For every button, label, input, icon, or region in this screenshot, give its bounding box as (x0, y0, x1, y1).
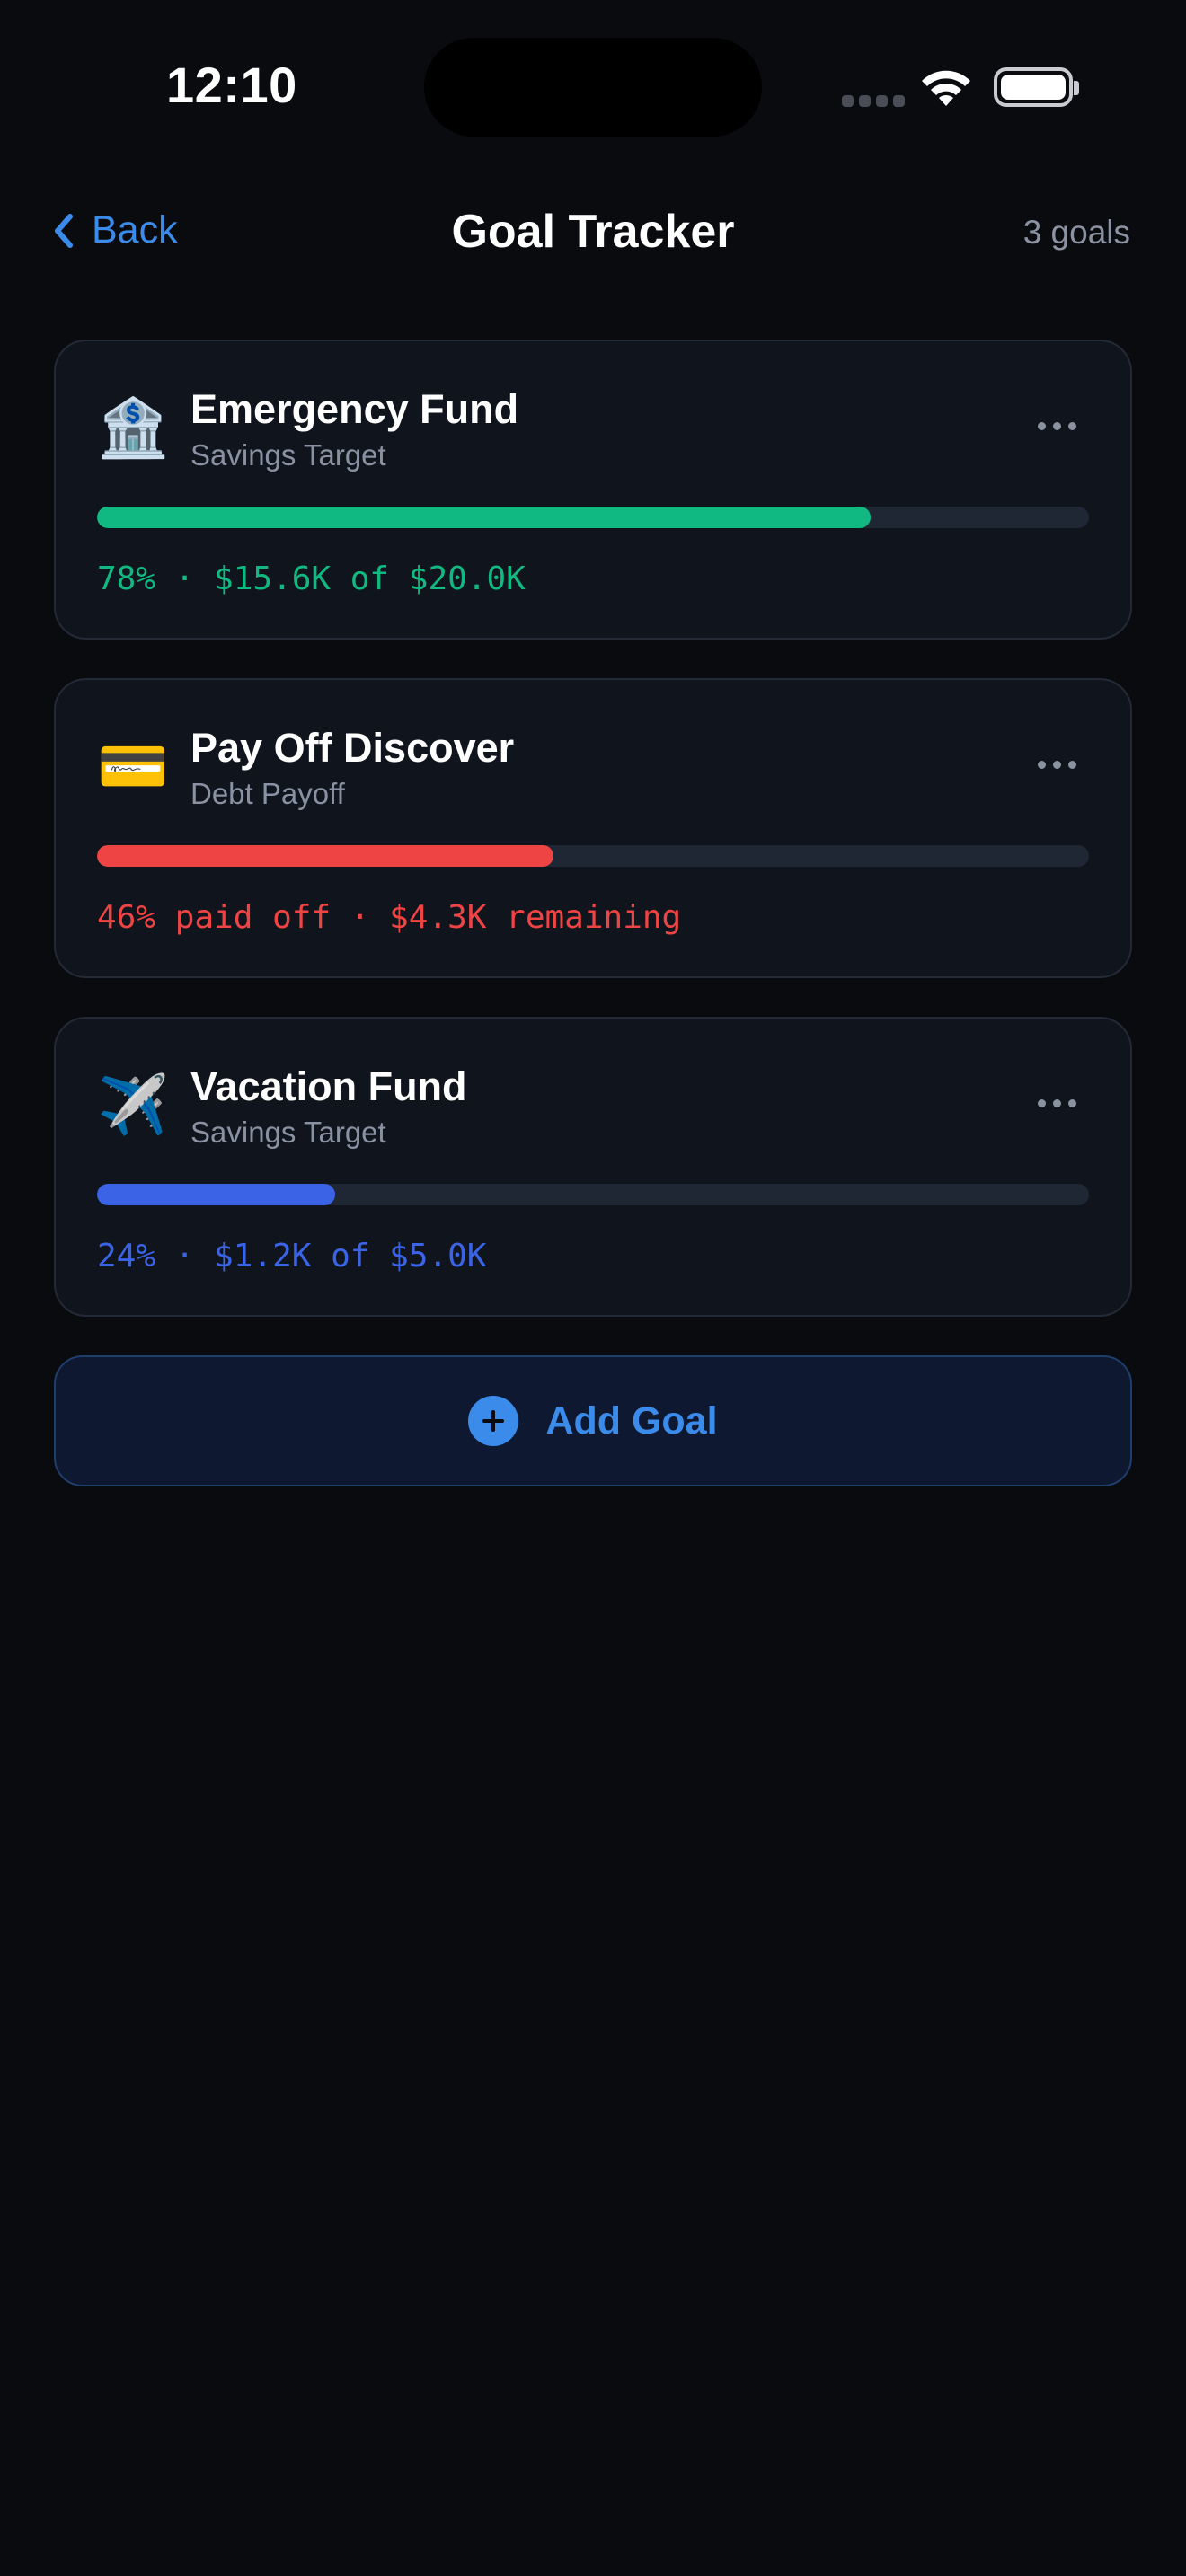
goal-type: Debt Payoff (190, 777, 345, 810)
airplane-icon: ✈️ (97, 1072, 169, 1137)
cellular-signal-icon (842, 95, 905, 107)
goal-progress-text: 78% · $15.6K of $20.0K (97, 560, 526, 597)
progress-bar (97, 507, 1089, 528)
progress-fill (97, 1184, 335, 1205)
goal-type: Savings Target (190, 1116, 386, 1149)
goal-tracker-screen: 12:10 Back Goal Tracker 3 goals 🏦 Emerge… (0, 0, 1186, 2576)
goal-card[interactable]: 🏦 Emergency Fund Savings Target 78% · $1… (54, 340, 1132, 640)
more-options-button[interactable] (1038, 422, 1076, 430)
navigation-bar: Back Goal Tracker 3 goals (0, 189, 1186, 278)
goal-card[interactable]: 💳 Pay Off Discover Debt Payoff 46% paid … (54, 678, 1132, 978)
goal-type: Savings Target (190, 438, 386, 472)
plus-circle-icon (468, 1396, 519, 1446)
goal-count: 3 goals (1022, 214, 1130, 251)
battery-cap (1074, 81, 1079, 95)
goal-title: Vacation Fund (190, 1063, 467, 1109)
progress-bar (97, 845, 1089, 867)
more-options-button[interactable] (1038, 761, 1076, 769)
status-bar: 12:10 (0, 0, 1186, 171)
credit-card-icon: 💳 (97, 734, 169, 798)
more-options-button[interactable] (1038, 1099, 1076, 1107)
page-title: Goal Tracker (451, 206, 735, 258)
status-time: 12:10 (166, 57, 297, 113)
bank-icon: 🏦 (97, 395, 169, 460)
add-goal-label: Add Goal (545, 1398, 718, 1442)
battery-icon (994, 67, 1073, 107)
add-goal-button[interactable]: Add Goal (54, 1355, 1132, 1486)
wifi-icon (922, 70, 970, 106)
progress-bar (97, 1184, 1089, 1205)
dynamic-island (424, 38, 762, 137)
goal-title: Pay Off Discover (190, 725, 515, 771)
progress-fill (97, 845, 553, 867)
goal-card[interactable]: ✈️ Vacation Fund Savings Target 24% · $1… (54, 1017, 1132, 1317)
progress-fill (97, 507, 872, 528)
goal-progress-text: 46% paid off · $4.3K remaining (97, 899, 682, 936)
goal-title: Emergency Fund (190, 386, 519, 432)
goal-progress-text: 24% · $1.2K of $5.0K (97, 1238, 487, 1275)
